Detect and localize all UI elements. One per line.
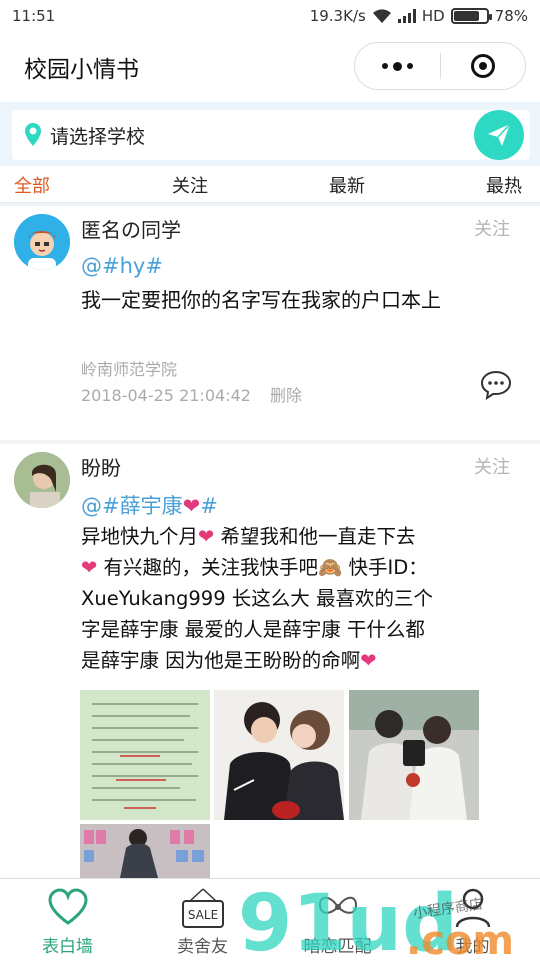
follow-button[interactable]: 关注 (474, 215, 510, 241)
post-image[interactable] (80, 690, 210, 820)
tab-label: 卖舍友 (177, 937, 228, 957)
school-select-input[interactable]: 请选择学校 (12, 110, 530, 160)
post-meta: 2018-04-25 21:04:42 删除 (81, 382, 302, 406)
tab-following[interactable]: 关注 (172, 172, 208, 198)
send-button[interactable] (474, 110, 524, 160)
bottom-tab-bar: 表白墙 SALE 卖舍友 暗恋匹配 我的 (0, 878, 540, 960)
user-icon (455, 888, 490, 928)
post-author[interactable]: 盼盼 (81, 452, 121, 481)
bow-icon (318, 896, 357, 914)
cartoon-boy-avatar-icon (14, 214, 70, 270)
wifi-icon (372, 9, 391, 23)
close-target-icon (470, 54, 495, 78)
avatar[interactable] (14, 452, 70, 508)
comment-icon[interactable] (480, 370, 512, 400)
post-card[interactable]: 盼盼 关注 @#薛宇康❤# 异地快九个月❤ 希望我和他一直走下去 ❤ 有兴趣的，… (0, 444, 540, 878)
status-bar: 11:51 19.3K/s HD 78% (0, 0, 540, 32)
post-author[interactable]: 匿名の同学 (81, 214, 181, 243)
tab-crush-match[interactable]: 暗恋匹配 (270, 879, 405, 960)
more-icon (381, 61, 413, 71)
status-time: 11:51 (12, 7, 56, 25)
delete-button[interactable]: 删除 (270, 386, 302, 405)
more-button[interactable] (355, 43, 440, 89)
paper-plane-icon (488, 123, 511, 146)
post-card[interactable]: 匿名の同学 关注 @#hy# 我一定要把你的名字写在我家的户口本上 岭南师范学院… (0, 206, 540, 440)
post-content: 异地快九个月❤ 希望我和他一直走下去 ❤ 有兴趣的，关注我快手吧🙈 快手ID： … (81, 525, 433, 672)
tab-label: 表白墙 (42, 937, 93, 957)
tab-latest[interactable]: 最新 (329, 172, 365, 198)
post-school: 岭南师范学院 (81, 360, 178, 379)
tab-label: 暗恋匹配 (303, 937, 372, 957)
post-image[interactable] (80, 824, 210, 878)
post-image[interactable] (349, 690, 479, 820)
network-speed: 19.3K/s (309, 7, 366, 25)
filter-tabs: 全部 关注 最新 最热 (0, 166, 540, 204)
network-type: HD (421, 7, 445, 25)
supermarket-photo-icon (80, 824, 210, 878)
school-search-row: 请选择学校 (0, 102, 540, 166)
heart-icon (47, 888, 88, 925)
tab-all[interactable]: 全部 (14, 172, 50, 198)
battery-icon (450, 8, 492, 24)
post-timestamp: 2018-04-25 21:04:42 (81, 386, 251, 405)
avatar[interactable] (14, 214, 70, 270)
tab-hottest[interactable]: 最热 (486, 172, 522, 198)
school-select-placeholder: 请选择学校 (50, 125, 146, 148)
nav-bar: 校园小情书 (0, 32, 540, 102)
tab-sell-roommate[interactable]: SALE 卖舍友 (135, 879, 270, 960)
post-tag[interactable]: @#薛宇康❤# (81, 490, 218, 520)
close-miniprogram-button[interactable] (441, 43, 526, 89)
signal-icon (397, 9, 416, 23)
tab-label: 我的 (455, 937, 490, 957)
svg-text:SALE: SALE (187, 908, 217, 922)
miniprogram-capsule (354, 42, 526, 90)
status-indicators: 19.3K/s HD 78% (310, 7, 528, 25)
tab-mine[interactable]: 我的 (405, 879, 540, 960)
tab-confession-wall[interactable]: 表白墙 (0, 879, 135, 960)
sale-sign-icon: SALE (181, 888, 224, 928)
couple-photo-icon (214, 690, 344, 820)
battery-percent: 78% (494, 7, 528, 25)
user-photo-avatar-icon (14, 452, 70, 508)
post-image[interactable] (214, 690, 344, 820)
location-pin-icon (25, 123, 41, 146)
page-title: 校园小情书 (24, 57, 139, 83)
handwritten-page-photo-icon (80, 690, 210, 820)
post-tag[interactable]: @#hy# (81, 254, 163, 278)
follow-button[interactable]: 关注 (474, 453, 510, 479)
couple-street-photo-icon (349, 690, 479, 820)
post-content: 我一定要把你的名字写在我家的户口本上 (81, 288, 441, 312)
